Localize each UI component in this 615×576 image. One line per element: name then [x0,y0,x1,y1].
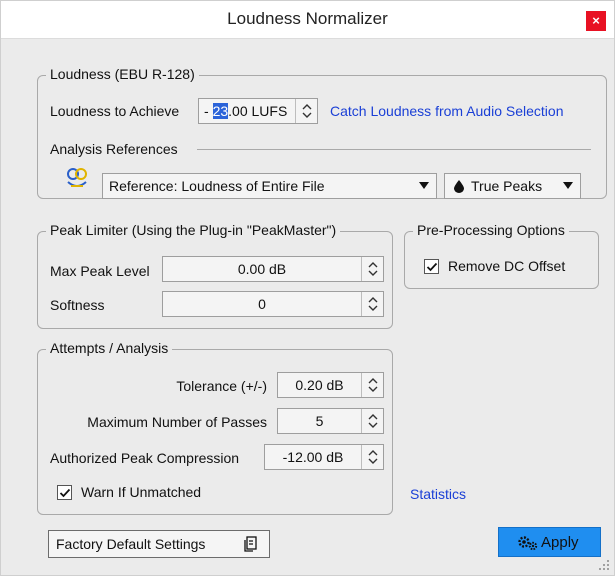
checkmark-icon [59,488,71,498]
peaks-dropdown[interactable]: True Peaks [444,173,581,199]
loudness-group-title: Loudness (EBU R-128) [46,66,199,82]
attempts-group-title: Attempts / Analysis [46,340,173,356]
resize-grip-icon[interactable] [598,559,610,571]
softness-field[interactable]: 0 [162,291,384,317]
max-peak-field[interactable]: 0.00 dB [162,256,384,282]
loudness-target-label: Loudness to Achieve [50,103,180,119]
drop-icon [454,180,464,193]
preset-icon [244,536,257,552]
reference-dropdown[interactable]: Reference: Loudness of Entire File [102,173,437,199]
preprocessing-group-title: Pre-Processing Options [413,222,569,238]
chevron-down-icon [563,182,573,189]
factory-default-label: Factory Default Settings [56,536,206,552]
title-bar: Loudness Normalizer × [1,1,614,39]
loudness-target-prefix: - [204,103,213,119]
apply-button[interactable]: Apply [498,527,601,557]
compression-stepper[interactable] [361,445,383,469]
reference-logo-icon [64,166,90,192]
catch-loudness-link[interactable]: Catch Loudness from Audio Selection [330,103,563,119]
tolerance-stepper[interactable] [361,373,383,397]
close-icon: × [592,13,600,28]
stepper-arrows-icon [302,104,312,118]
max-peak-label: Max Peak Level [50,263,150,279]
close-button[interactable]: × [586,11,606,31]
apply-label: Apply [541,534,579,551]
softness-stepper[interactable] [361,292,383,316]
gears-icon [518,536,538,551]
factory-default-button[interactable]: Factory Default Settings [48,530,270,558]
passes-stepper[interactable] [361,409,383,433]
max-peak-stepper[interactable] [361,257,383,281]
stepper-arrows-icon [368,297,378,311]
stepper-arrows-icon [368,414,378,428]
tolerance-label: Tolerance (+/-) [176,378,267,394]
warn-unmatched-label[interactable]: Warn If Unmatched [81,484,201,500]
reference-dropdown-value: Reference: Loudness of Entire File [109,178,325,194]
loudness-target-field[interactable]: - 23.00 LUFS [198,98,318,124]
tolerance-value: 0.20 dB [295,377,344,393]
loudness-target-selected: 23 [212,103,229,119]
warn-unmatched-checkbox[interactable] [57,485,72,500]
compression-field[interactable]: -12.00 dB [264,444,384,470]
remove-dc-label[interactable]: Remove DC Offset [448,258,565,274]
passes-field[interactable]: 5 [277,408,384,434]
stepper-arrows-icon [368,262,378,276]
stepper-arrows-icon [368,378,378,392]
compression-label: Authorized Peak Compression [50,450,240,466]
passes-value: 5 [315,413,324,429]
softness-label: Softness [50,297,105,313]
tolerance-field[interactable]: 0.20 dB [277,372,384,398]
analysis-divider [197,149,591,150]
loudness-target-stepper[interactable] [295,99,317,123]
analysis-references-label: Analysis References [50,141,178,157]
statistics-link[interactable]: Statistics [410,486,466,502]
peak-limiter-group-title: Peak Limiter (Using the Plug-in "PeakMas… [46,222,341,238]
window-title: Loudness Normalizer [227,9,388,28]
checkmark-icon [426,262,438,272]
peaks-dropdown-value: True Peaks [471,178,543,194]
loudness-normalizer-window: Loudness Normalizer × Loudness (EBU R-12… [0,0,615,576]
compression-value: -12.00 dB [282,449,344,465]
chevron-down-icon [419,182,429,189]
max-peak-value: 0.00 dB [237,261,287,277]
stepper-arrows-icon [368,450,378,464]
remove-dc-checkbox[interactable] [424,259,439,274]
loudness-target-suffix: .00 LUFS [228,103,288,119]
passes-label: Maximum Number of Passes [87,414,267,430]
softness-value: 0 [258,296,266,312]
